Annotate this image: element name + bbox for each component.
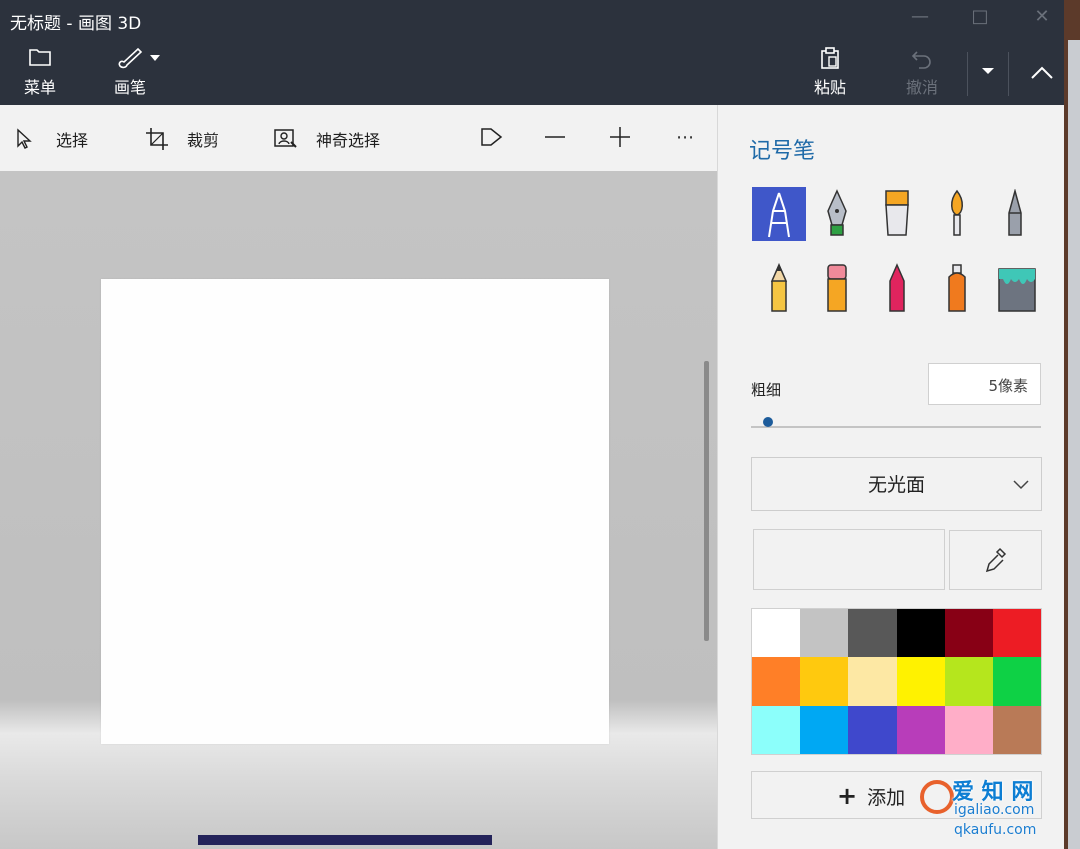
crop-label: 裁剪: [187, 131, 220, 150]
crayon-icon: [889, 263, 905, 312]
color-swatch[interactable]: [992, 657, 1041, 706]
pixel-pen-button[interactable]: [988, 187, 1042, 241]
menu-label: 菜单: [23, 78, 56, 97]
clipboard-icon: [810, 46, 850, 74]
color-swatch[interactable]: [992, 705, 1041, 754]
color-swatch[interactable]: [896, 609, 945, 658]
color-swatch[interactable]: [800, 657, 849, 706]
brushes-button[interactable]: 画笔: [110, 46, 164, 98]
calligraphy-pen-icon: [827, 189, 847, 236]
window-title: 无标题 - 画图 3D: [10, 14, 142, 34]
pencil-icon: [770, 263, 788, 312]
color-swatch[interactable]: [848, 609, 897, 658]
tool-strip: 选择 裁剪 神奇选择 ⋯: [0, 105, 717, 171]
pencil-brush-button[interactable]: [752, 261, 806, 315]
oil-brush-button[interactable]: [870, 187, 924, 241]
thickness-label: 粗细: [751, 381, 782, 399]
thickness-input[interactable]: 5像素: [928, 363, 1041, 405]
zoom-out-icon[interactable]: [541, 127, 569, 151]
watermark-url: igaliao.com: [954, 802, 1035, 818]
close-icon[interactable]: ✕: [1030, 6, 1054, 30]
folder-icon: [20, 46, 60, 74]
color-swatch[interactable]: [944, 609, 993, 658]
eraser-brush-button[interactable]: [810, 261, 864, 315]
ribbon-separator: [1008, 52, 1009, 96]
panel-title: 记号笔: [749, 139, 816, 164]
thickness-slider-thumb[interactable]: [763, 417, 773, 427]
background-window-edge: [1064, 0, 1080, 849]
undo-button[interactable]: 撤消: [902, 46, 942, 98]
color-swatch[interactable]: [992, 609, 1041, 658]
current-color-preview[interactable]: [753, 529, 945, 590]
calligraphy-pen-button[interactable]: [810, 187, 864, 241]
color-swatch[interactable]: [752, 609, 801, 658]
color-swatch[interactable]: [848, 657, 897, 706]
color-swatch[interactable]: [944, 705, 993, 754]
crayon-brush-button[interactable]: [870, 261, 924, 315]
eyedropper-button[interactable]: [949, 530, 1042, 590]
fill-bucket-button[interactable]: [990, 261, 1044, 315]
plus-icon: +: [837, 782, 858, 810]
watercolor-icon: [951, 189, 963, 236]
horizontal-scrollbar[interactable]: [198, 835, 492, 845]
ribbon-separator: [967, 52, 968, 96]
drawing-canvas[interactable]: [101, 279, 609, 744]
zoom-in-icon[interactable]: [606, 127, 634, 151]
more-history-icon[interactable]: [980, 62, 996, 81]
minimize-icon[interactable]: —: [908, 6, 932, 30]
select-tool[interactable]: 选择: [16, 127, 88, 151]
collapse-ribbon-icon[interactable]: [1030, 64, 1054, 84]
paste-label: 粘贴: [813, 78, 846, 97]
more-options-icon[interactable]: ⋯: [671, 127, 699, 151]
brushes-panel: 记号笔 粗细 5像素 无光面 + 添加: [717, 105, 1065, 849]
eraser-icon: [827, 264, 847, 312]
thickness-slider-track[interactable]: [751, 426, 1041, 428]
color-swatch[interactable]: [752, 657, 801, 706]
magic-select-label: 神奇选择: [316, 131, 381, 150]
spray-can-brush-button[interactable]: [930, 261, 984, 315]
add-color-label: 添加: [867, 787, 906, 809]
marker-brush-button[interactable]: [752, 187, 806, 241]
paste-button[interactable]: 粘贴: [810, 46, 850, 98]
watercolor-brush-button[interactable]: [930, 187, 984, 241]
crop-icon: [146, 128, 168, 150]
undo-icon: [902, 46, 942, 74]
maximize-icon[interactable]: □: [968, 6, 992, 30]
watermark-logo-icon: [920, 780, 954, 814]
chevron-down-icon: [1013, 458, 1029, 512]
undo-label: 撤消: [905, 78, 938, 97]
menu-button[interactable]: 菜单: [20, 46, 60, 98]
color-swatch[interactable]: [896, 705, 945, 754]
color-swatch[interactable]: [944, 657, 993, 706]
color-swatch[interactable]: [896, 657, 945, 706]
marker-icon: [768, 192, 790, 238]
title-bar: 无标题 - 画图 3D — □ ✕ 菜单 画笔 粘贴 撤消: [0, 0, 1064, 105]
watermark: 爱 知 网 igaliao.com qkaufu.com: [920, 770, 1070, 846]
color-swatch[interactable]: [848, 705, 897, 754]
crop-tool[interactable]: 裁剪: [145, 127, 219, 151]
fill-bucket-icon: [998, 268, 1036, 312]
color-palette: [751, 608, 1042, 755]
select-label: 选择: [56, 131, 89, 150]
pixel-pen-icon: [1008, 189, 1022, 236]
cursor-icon: [17, 128, 32, 149]
magic-select-tool[interactable]: 神奇选择: [274, 127, 380, 151]
spray-can-icon: [948, 264, 966, 312]
finish-dropdown[interactable]: 无光面: [751, 457, 1042, 511]
color-swatch[interactable]: [800, 705, 849, 754]
vertical-scrollbar[interactable]: [704, 361, 709, 641]
oil-brush-icon: [885, 190, 909, 236]
magic-select-icon: [274, 129, 297, 148]
perspective-view-icon[interactable]: [477, 127, 505, 151]
brush-icon: [110, 46, 164, 74]
color-swatch[interactable]: [752, 705, 801, 754]
workspace: [0, 171, 717, 849]
brushes-label: 画笔: [113, 78, 146, 97]
eyedropper-icon: [985, 547, 1006, 573]
finish-value: 无光面: [867, 474, 925, 496]
watermark-url-2: qkaufu.com: [954, 822, 1037, 838]
color-swatch[interactable]: [800, 609, 849, 658]
